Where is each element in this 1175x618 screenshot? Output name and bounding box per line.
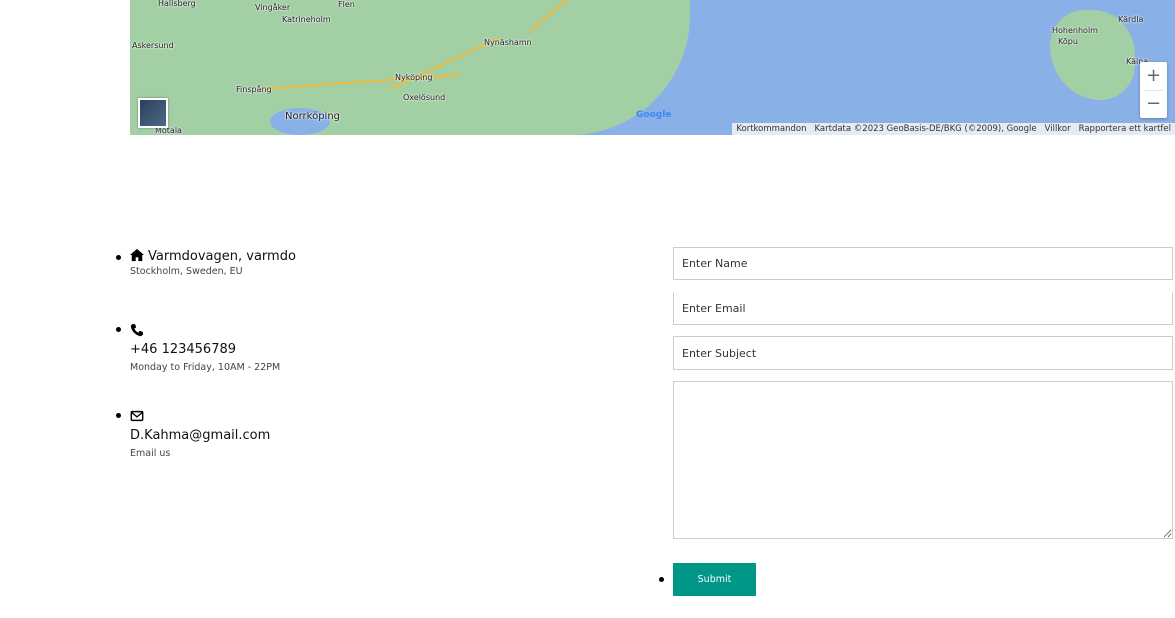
contact-email: D.Kahma@gmail.com Email us [116,406,296,459]
map-label: Finspång [236,85,272,94]
address-subtitle: Stockholm, Sweden, EU [130,266,243,277]
contact-phone: +46 123456789 Monday to Friday, 10AM - 2… [116,320,296,406]
keyboard-shortcuts-link[interactable]: Kortkommandon [736,124,806,134]
email-subtitle: Email us [130,448,171,459]
map-zoom-controls: + − [1140,62,1167,118]
map-label: Askersund [132,41,174,50]
map-label: Oxelösund [403,93,446,102]
map-label: Vingåker [255,3,291,12]
map-label: Hallsberg [158,0,196,8]
contact-address: Varmdovagen, varmdo Stockholm, Sweden, E… [116,248,296,320]
email-input[interactable] [673,292,1173,325]
phone-hours: Monday to Friday, 10AM - 22PM [130,362,281,373]
map-label: Kõpu [1058,37,1078,46]
google-logo: Google [636,110,672,120]
phone-icon [130,323,144,337]
map-label: Norrköping [285,111,341,122]
phone-number: +46 123456789 [130,342,237,357]
map-label: Hohenholm [1052,26,1098,35]
email-address: D.Kahma@gmail.com [130,428,271,443]
list-bullet [659,577,664,582]
submit-button[interactable]: Submit [673,563,756,596]
map-label: Nyköping [395,73,433,82]
zoom-out-button[interactable]: − [1140,90,1167,118]
message-textarea[interactable] [673,381,1173,539]
map-label: Flen [338,0,355,9]
subject-input[interactable] [673,336,1173,370]
zoom-in-button[interactable]: + [1140,62,1167,90]
map-attribution: Kortkommandon Kartdata ©2023 GeoBasis-DE… [732,123,1175,135]
map-data-text: Kartdata ©2023 GeoBasis-DE/BKG (©2009), … [814,124,1037,134]
address-title: Varmdovagen, varmdo [148,249,296,264]
map-label: Kärdla [1118,15,1144,24]
report-error-link[interactable]: Rapportera ett kartfel [1079,124,1171,134]
map-label: Katrineholm [282,15,331,24]
home-icon [130,248,144,262]
map-type-toggle[interactable] [138,98,168,128]
envelope-icon [130,410,144,422]
name-input[interactable] [673,247,1173,280]
terms-link[interactable]: Villkor [1045,124,1071,134]
contact-info-list: Varmdovagen, varmdo Stockholm, Sweden, E… [116,248,296,459]
map-embed[interactable]: Hallsberg Vingåker Katrineholm Flen Aske… [130,0,1175,135]
map-label: Nynäshamn [484,38,532,47]
